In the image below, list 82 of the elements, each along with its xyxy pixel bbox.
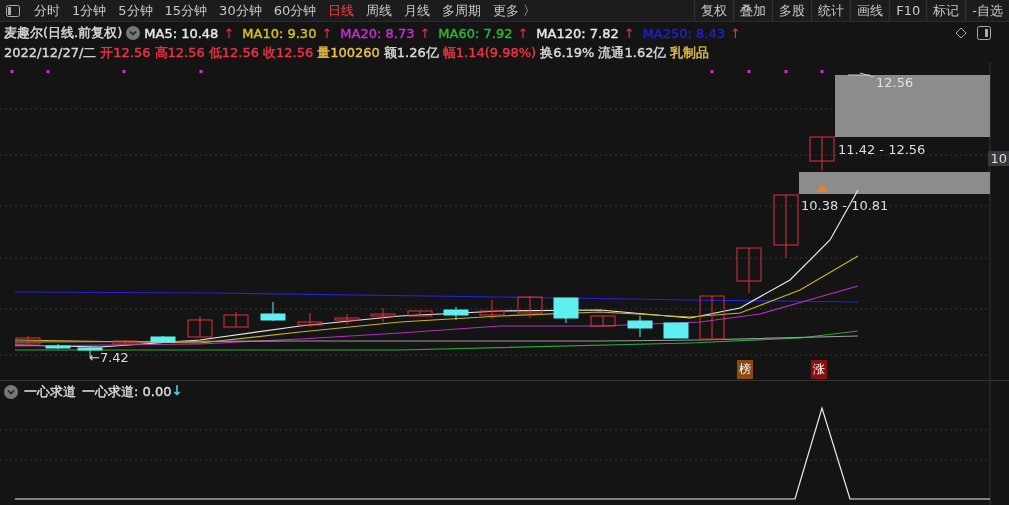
dropdown-icon[interactable] [4,385,18,399]
candlestick [297,312,323,328]
trend-arrow: ↓ [171,383,183,400]
toolbar-button[interactable]: 画线 [850,0,890,22]
candlestick [479,299,505,320]
stock-title: 麦趣尔(日线.前复权) [4,24,123,42]
toolbar-button[interactable]: 叠加 [733,0,773,22]
quote-value: 高12.56 [154,44,205,62]
quote-value: 幅1.14(9.98%) [442,44,537,62]
period-tab[interactable]: 多周期 [436,1,488,20]
candlestick [809,136,835,172]
candlestick [45,343,71,350]
candlestick [699,295,725,341]
moving-average-value: MA120: 7.82 [536,25,619,41]
period-tab[interactable]: 分时 [28,1,66,20]
period-tab[interactable]: 周线 [360,1,399,20]
quote-value: 开12.56 [100,44,151,62]
axis-price-tag: 10 [988,151,1009,166]
candlestick [334,313,360,326]
candlestick [773,194,799,259]
candlestick [112,339,138,346]
quote-value: 2022/12/27/二 [4,44,97,62]
moving-average-value: MA10: 9.30 [242,25,317,41]
price-range-label: 10.38 - 10.81 [801,198,889,213]
toolbar-button[interactable]: 多股 [772,0,812,22]
toolbar-button[interactable]: -自选 [965,0,1009,22]
period-tab[interactable]: 日线 [322,1,361,20]
candlestick [736,247,762,294]
signal-badge: 涨 [811,360,827,379]
moving-average-value: MA20: 8.73 [340,25,415,41]
candlestick [590,315,616,327]
panel-toggle-icon[interactable] [977,26,991,40]
trend-arrow: ↑ [419,25,431,41]
candlestick [150,335,176,344]
quote-value: 量100260 [317,44,380,62]
diamond-icon[interactable] [955,27,967,39]
toolbar-button[interactable]: 标记 [926,0,966,22]
candlestick [517,295,543,319]
dropdown-icon[interactable] [126,26,141,40]
period-tab[interactable]: 15分钟 [158,1,214,20]
indicator-name: 一心求道 [24,383,76,401]
price-label: 12.56 [876,75,914,90]
period-tab[interactable]: 5分钟 [112,1,159,20]
candlestick [15,335,41,347]
period-tab[interactable]: 月线 [398,1,437,20]
candlestick [627,315,653,338]
moving-average-value: MA5: 10.48 [144,25,219,41]
triangle-marker [816,184,828,192]
trend-arrow: ↑ [223,25,235,41]
period-tab[interactable]: 30分钟 [213,1,268,20]
candlestick [187,315,213,338]
candlestick [370,307,396,323]
period-tab[interactable]: 1分钟 [66,1,113,20]
candlestick [553,297,579,324]
trend-arrow: ↑ [730,25,741,41]
candlestick [407,310,433,317]
candlestick [223,311,249,328]
quote-value: 流通1.62亿 [598,44,667,62]
low-price-label: ←7.42 [89,350,129,365]
trend-arrow: ↑ [517,25,529,41]
candlestick [260,301,286,322]
candlestick [443,306,469,321]
moving-average-value: MA60: 7.92 [438,25,513,41]
toolbar-button[interactable]: 统计 [811,0,851,22]
quote-value: 乳制品 [670,44,710,62]
quote-value: 换6.19% [540,44,595,62]
price-range-label: 11.42 - 12.56 [838,142,926,157]
candlestick [663,322,689,339]
trend-arrow: ↑ [321,25,333,41]
quote-value: 额1.26亿 [383,44,439,62]
more-menu[interactable]: 更多 〉 [487,1,543,20]
trend-arrow: ↑ [623,25,635,41]
quote-value: 收12.56 [262,44,314,62]
period-tab[interactable]: 60分钟 [267,1,323,20]
signal-badge: 榜 [737,360,753,379]
toolbar-button[interactable]: F10 [889,0,927,22]
pointer-arrow [847,72,875,78]
toolbar-button[interactable]: 复权 [694,0,734,22]
indicator-reading: 一心求道: 0.00 [82,383,172,401]
quote-value: 低12.56 [208,44,259,62]
sidebar-toggle-icon[interactable] [6,4,20,17]
moving-average-value: MA250: 8.43 [642,25,726,41]
